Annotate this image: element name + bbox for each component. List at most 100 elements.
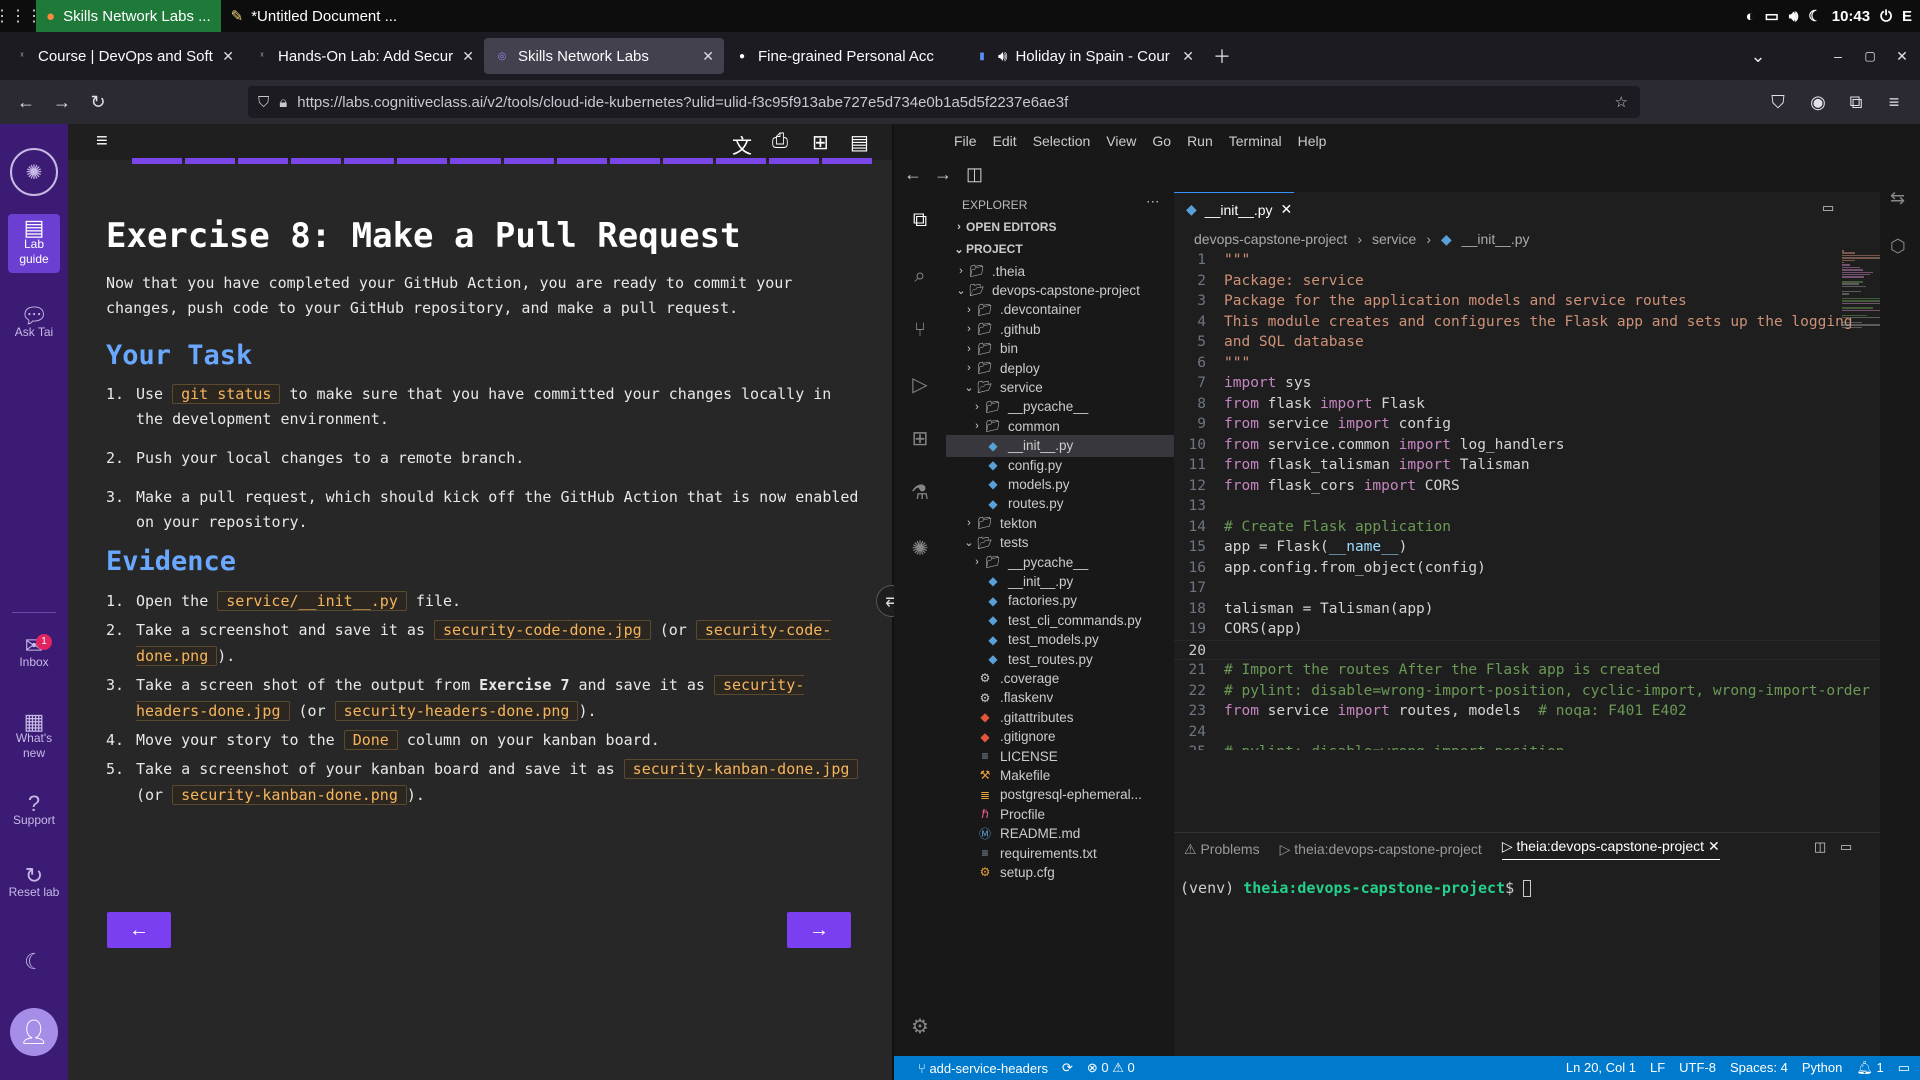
reset-lab-button[interactable]: ↻ Reset lab	[8, 865, 60, 900]
app-grid-icon[interactable]: ⋮⋮⋮	[0, 0, 42, 32]
sync-icon[interactable]: ⟳	[1062, 1060, 1073, 1076]
previous-page-button[interactable]: ←	[107, 912, 171, 948]
source-control-icon[interactable]: ⑂	[906, 316, 934, 344]
tab-terminal-2[interactable]: ▷ theia:devops-capstone-project ✕	[1501, 838, 1720, 860]
layout-icon[interactable]: ▭	[1898, 1060, 1910, 1076]
dark-mode-toggle[interactable]: ☾	[8, 951, 60, 973]
inline-code[interactable]: security-kanban-done.png	[172, 785, 407, 805]
more-actions-icon[interactable]: ⋯	[1146, 194, 1160, 210]
hex-icon[interactable]: ⬡	[1890, 236, 1906, 257]
settings-gear-icon[interactable]: ⚙	[906, 1012, 934, 1040]
code-line[interactable]: 9 from service import config	[1174, 414, 1920, 435]
speaker-icon[interactable]: 🔊︎	[998, 48, 1007, 65]
tab-holiday[interactable]: ▮ 🔊︎ Holiday in Spain - Cour ✕	[964, 38, 1204, 74]
code-line[interactable]: 15 app = Flask(__name__)	[1174, 537, 1920, 558]
code-line[interactable]: 10 from service.common import log_handler…	[1174, 435, 1920, 456]
print-icon[interactable]: ⎙	[772, 130, 788, 153]
code-line[interactable]: 13	[1174, 496, 1920, 517]
tab-list-button[interactable]: ⌄	[1740, 38, 1776, 74]
volume-icon[interactable]: 🔊︎	[1789, 8, 1798, 25]
code-line[interactable]: 24	[1174, 722, 1920, 743]
page-icon[interactable]: ▤	[850, 130, 869, 155]
avatar[interactable]: 👤︎	[10, 1008, 58, 1056]
menu-icon[interactable]: ≡	[1876, 84, 1912, 120]
whats-new-button[interactable]: ▦ What's new	[8, 711, 60, 761]
code-line[interactable]: 6 """	[1174, 353, 1920, 374]
inbox-button[interactable]: ✉ 1 Inbox	[8, 634, 60, 670]
extensions-icon[interactable]: ⊞	[906, 424, 934, 452]
clock[interactable]: 10:43	[1832, 8, 1870, 25]
reload-button[interactable]: ↻	[80, 84, 116, 120]
close-icon[interactable]: ✕	[222, 48, 234, 65]
files-icon[interactable]: ⧉	[906, 206, 934, 234]
menu-go[interactable]: Go	[1152, 133, 1171, 149]
skills-network-logo[interactable]: ✺	[10, 148, 58, 196]
tab-problems[interactable]: ⚠ Problems	[1184, 841, 1260, 858]
file-tree-item[interactable]: ⚙ setup.cfg	[946, 861, 1174, 883]
next-page-button[interactable]: →	[787, 912, 851, 948]
inline-code[interactable]: Done	[343, 730, 398, 750]
project-section[interactable]: ⌄ PROJECT	[946, 238, 1174, 260]
inline-code[interactable]: security-headers-done.png	[334, 701, 579, 721]
new-tab-button[interactable]: ＋	[1204, 38, 1240, 74]
support-button[interactable]: ? Support	[8, 793, 60, 828]
terminal[interactable]: (venv) theia:devops-capstone-project$	[1180, 879, 1532, 897]
menu-selection[interactable]: Selection	[1033, 133, 1091, 149]
inline-code[interactable]: service/__init__.py	[217, 591, 407, 611]
code-line[interactable]: 20	[1174, 639, 1920, 660]
indent-status[interactable]: Spaces: 4	[1730, 1060, 1788, 1076]
display-icon[interactable]: ▭	[1765, 7, 1779, 25]
code-line[interactable]: 14 # Create Flask application	[1174, 517, 1920, 538]
shield-icon[interactable]: ⛉	[258, 94, 269, 111]
power-icon[interactable]: ⏻	[1880, 8, 1892, 25]
breadcrumb-item[interactable]: devops-capstone-project	[1194, 231, 1347, 247]
maximize-button[interactable]: ▢	[1852, 38, 1888, 74]
close-icon[interactable]: ✕	[702, 48, 714, 65]
code-line[interactable]: 25# pylint: disable=wrong-import-positio…	[1174, 742, 1920, 750]
branch-status[interactable]: ⑂ add-service-headers	[918, 1061, 1048, 1076]
code-line[interactable]: 8 from flask import Flask	[1174, 394, 1920, 415]
code-line[interactable]: 11 from flask_talisman import Talisman	[1174, 455, 1920, 476]
url-text[interactable]: https://labs.cognitiveclass.ai/v2/tools/…	[297, 94, 1068, 111]
code-editor[interactable]: 1 """ 2 Package: service 3 Package for the ap…	[1174, 250, 1920, 750]
inline-code[interactable]: security-code-done.jpg	[434, 620, 651, 640]
lock-icon[interactable]: 🔒︎	[279, 94, 287, 111]
translate-icon[interactable]: 文	[732, 130, 752, 159]
breadcrumb-item[interactable]: __init__.py	[1462, 231, 1530, 247]
menu-terminal[interactable]: Terminal	[1229, 133, 1282, 149]
menu-run[interactable]: Run	[1187, 133, 1213, 149]
menu-help[interactable]: Help	[1298, 133, 1327, 149]
code-line[interactable]: 4 This module creates and configures the …	[1174, 312, 1920, 333]
cursor-position[interactable]: Ln 20, Col 1	[1566, 1060, 1636, 1076]
account-icon[interactable]: ◉	[1800, 84, 1836, 120]
close-window-button[interactable]: ✕	[1884, 38, 1920, 74]
close-icon[interactable]: ✕	[462, 48, 474, 65]
skills-network-toolbox-icon[interactable]: ✺	[906, 534, 934, 562]
code-line[interactable]: 16 app.config.from_object(config)	[1174, 558, 1920, 579]
git-compare-icon[interactable]: ⇆	[1890, 188, 1905, 209]
open-editors-section[interactable]: › OPEN EDITORS	[946, 216, 1174, 238]
code-line[interactable]: 19 CORS(app)	[1174, 619, 1920, 640]
code-line[interactable]: 1 """	[1174, 250, 1920, 271]
split-editor-icon[interactable]: ▭	[1822, 200, 1834, 216]
url-bar[interactable]: ⛉ 🔒︎ https://labs.cognitiveclass.ai/v2/t…	[248, 86, 1640, 118]
search-icon[interactable]: ⌕	[906, 262, 934, 290]
inline-code[interactable]: security-kanban-done.jpg	[623, 759, 859, 779]
pocket-icon[interactable]: ⛉	[1760, 84, 1796, 120]
os-task-firefox[interactable]: ● Skills Network Labs ...	[36, 0, 221, 32]
tab-skills-network[interactable]: ◎ Skills Network Labs ✕	[484, 38, 724, 74]
code-line[interactable]: 12 from flask_cors import CORS	[1174, 476, 1920, 497]
notifications-status[interactable]: 🔔︎ 1	[1856, 1060, 1883, 1076]
inline-code[interactable]: git status	[172, 384, 281, 404]
close-icon[interactable]: ✕	[1281, 201, 1293, 218]
code-line[interactable]: 22 # pylint: disable=wrong-import-positio…	[1174, 681, 1920, 702]
steam-icon[interactable]: ◐	[1746, 8, 1755, 25]
forward-button[interactable]: →	[44, 84, 80, 120]
bookmark-star-icon[interactable]: ☆	[1615, 93, 1628, 111]
menu-file[interactable]: File	[954, 133, 977, 149]
menu-edit[interactable]: Edit	[993, 133, 1017, 149]
close-icon[interactable]: ✕	[1708, 838, 1720, 854]
add-page-icon[interactable]: ⊞	[812, 130, 829, 155]
tab-github-token[interactable]: ● Fine-grained Personal Acc	[724, 38, 964, 74]
nav-back-icon[interactable]: ←	[904, 164, 922, 185]
